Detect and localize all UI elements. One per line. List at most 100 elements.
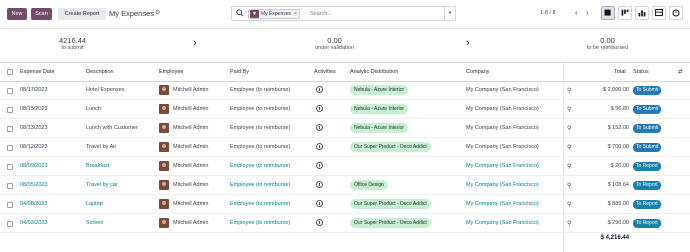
row-checkbox[interactable] [7,183,13,189]
row-checkbox[interactable] [7,202,13,208]
cell-date: 04/03/2023 [20,220,48,226]
optional-columns-icon[interactable]: ⇄ [678,69,683,75]
summary-label: under validation [315,45,354,51]
status-badge: To Submit [633,124,662,133]
activity-clock-icon[interactable] [316,124,323,131]
pager-next-icon[interactable]: › [586,8,589,17]
row-checkbox[interactable] [7,221,13,227]
paperclip-icon[interactable]: ⚲ [567,87,571,94]
select-all-checkbox[interactable] [7,69,13,75]
table-row[interactable]: 04/08/2023 Laptop Mitchell Admin Employee (… [0,196,690,214]
cell-date: 04/08/2023 [20,201,48,207]
cell-total: $ 290.00 [607,220,629,226]
activity-clock-icon[interactable] [316,105,323,112]
pager-range[interactable]: 1-8 / 8 [540,10,556,16]
avatar [159,199,169,209]
filter-icon: ▼ [250,10,259,18]
search-facet[interactable]: ▼ My Expenses × [248,9,300,19]
column-header-paid-by[interactable]: Paid By [230,69,249,75]
cell-total: $ 152.00 [607,125,629,131]
cell-company: My Company (San Francisco) [466,87,539,93]
cell-company: My Company (San Francisco) [466,201,539,207]
create-report-button[interactable]: Create Report [58,8,106,20]
pivot-view-button[interactable] [652,6,666,20]
gear-icon[interactable]: ⚙ [155,9,160,16]
cell-paid-by: Employee (to reimburse) [230,87,291,93]
column-header-description[interactable]: Description [86,69,114,75]
pager-prev-icon[interactable]: ‹ [575,8,578,17]
table-row[interactable]: 08/12/2023 Travel by Air Mitchell Admin Emp… [0,139,690,157]
new-button[interactable]: New [7,8,27,20]
paperclip-icon[interactable]: ⚲ [567,182,571,189]
column-header-company[interactable]: Company [466,69,490,75]
cell-description: Hotel Expenses [86,87,125,93]
table-row[interactable]: 08/15/2023 Lunch Mitchell Admin Employee (t… [0,101,690,119]
summary-value: 0.00 [327,36,342,45]
row-checkbox[interactable] [7,164,13,170]
close-icon[interactable]: × [294,11,297,17]
table-row[interactable]: 04/03/2023 Screen Mitchell Admin Employee (… [0,215,690,233]
avatar [159,142,169,152]
search-bar[interactable]: ▼ My Expenses × ▾ [231,6,456,21]
column-header-employee[interactable]: Employee [159,69,183,75]
cell-description: Travel by Air [86,144,117,150]
grand-total: $ 4,216.44 [600,235,629,241]
summary-under-validation[interactable]: 0.00 under validation [262,36,407,51]
cell-employee: Mitchell Admin [173,220,209,226]
status-badge: To Submit [633,86,662,95]
cell-total: $ 889.00 [607,201,629,207]
paperclip-icon[interactable]: ⚲ [567,144,571,151]
summary-to-submit[interactable]: 4216.44 to submit [0,36,145,51]
cell-paid-by: Employee (to reimburse) [230,163,291,169]
paperclip-icon[interactable]: ⚲ [567,106,571,113]
table-row[interactable]: 08/17/2023 Hotel Expenses Mitchell Admin Em… [0,82,690,100]
kanban-view-button[interactable] [618,6,632,20]
page-title: My Expenses [109,9,155,18]
avatar [159,85,169,95]
row-checkbox[interactable] [7,145,13,151]
chevron-right-icon: › [193,37,197,49]
graph-view-button[interactable] [635,6,649,20]
cell-total: $ 2,000.00 [603,87,629,93]
activity-clock-icon[interactable] [316,200,323,207]
column-header-date[interactable]: Expense Date [20,69,55,75]
activity-clock-icon[interactable] [316,181,323,188]
analytic-tag: Nebula - Azure Interior [350,104,409,114]
scan-button[interactable]: Scan [31,8,52,20]
activity-clock-icon[interactable] [316,86,323,93]
summary-label: to submit [61,45,84,51]
cell-date: 08/17/2023 [20,87,48,93]
row-checkbox[interactable] [7,88,13,94]
summary-to-be-reimbursed[interactable]: 0.00 to be reimbursed [535,36,680,51]
activity-clock-icon[interactable] [316,143,323,150]
table-row[interactable]: 08/09/2023 Breakfast Mitchell Admin Employe… [0,158,690,176]
row-checkbox[interactable] [7,126,13,132]
search-icon [236,9,244,17]
cell-date: 08/09/2023 [20,163,48,169]
activity-clock-icon[interactable] [316,219,323,226]
activity-clock-icon[interactable] [316,162,323,169]
paperclip-icon[interactable]: ⚲ [567,220,571,227]
search-input[interactable] [310,9,440,19]
kanban-view-icon [621,9,629,16]
cell-description: Lunch [86,106,101,112]
summary-value: 0.00 [600,36,615,45]
column-header-activities[interactable]: Activities [314,69,336,75]
table-row[interactable]: 08/05/2023 Travel by car Mitchell Admin Emp… [0,177,690,195]
cell-description: Laptop [86,201,103,207]
paperclip-icon[interactable]: ⚲ [567,163,571,170]
list-view-button[interactable] [601,6,615,20]
column-header-analytic[interactable]: Analytic Distribution [350,69,398,75]
column-header-status[interactable]: Status [633,69,649,75]
cell-company: My Company (San Francisco) [466,163,539,169]
paperclip-icon[interactable]: ⚲ [567,201,571,208]
row-checkbox[interactable] [7,107,13,113]
column-header-total[interactable]: Total [614,69,626,75]
activity-view-button[interactable] [669,6,683,20]
table-row[interactable]: 08/13/2023 Lunch with Customer Mitchell Ad… [0,120,690,138]
paperclip-icon[interactable]: ⚲ [567,125,571,132]
cell-description: Travel by car [86,182,118,188]
chevron-down-icon[interactable]: ▾ [444,7,455,20]
cell-company: My Company (San Francisco) [466,182,539,188]
cell-employee: Mitchell Admin [173,182,209,188]
